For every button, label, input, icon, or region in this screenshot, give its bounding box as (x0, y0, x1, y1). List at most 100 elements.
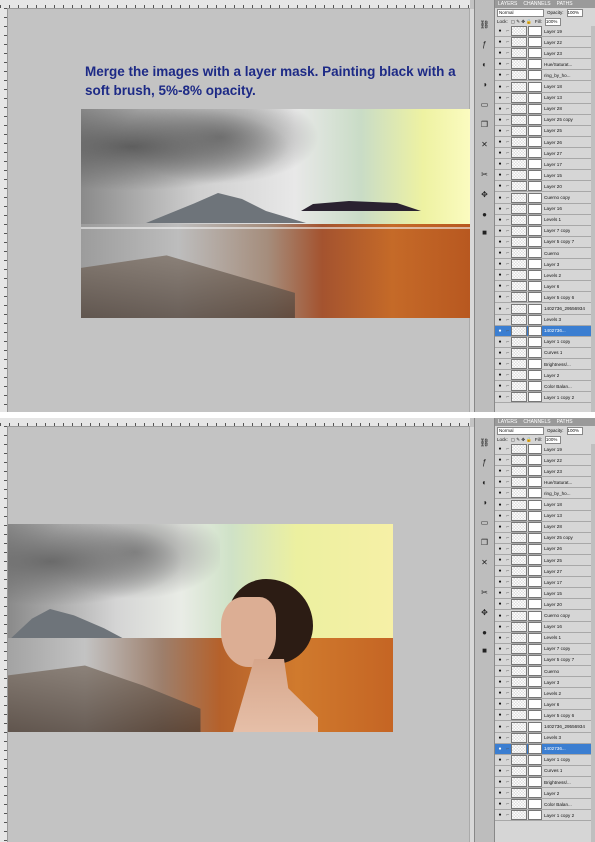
layer-name[interactable]: Color Balan... (544, 384, 572, 389)
layer-thumbnail[interactable] (511, 788, 527, 799)
mask-thumbnail[interactable] (528, 643, 542, 654)
layer-row[interactable]: ● ⌐ Layer 15 (495, 170, 595, 182)
layer-thumbnail[interactable] (511, 314, 527, 325)
mask-thumbnail[interactable] (528, 488, 542, 499)
eye-icon[interactable]: ● (495, 394, 505, 400)
layer-style-icon[interactable]: ƒ (479, 40, 490, 50)
layer-thumbnail[interactable] (511, 248, 527, 258)
layer-thumbnail[interactable] (511, 588, 527, 599)
layer-thumbnail[interactable] (511, 688, 527, 699)
mask-thumbnail[interactable] (528, 292, 542, 303)
mask-thumbnail[interactable] (528, 721, 542, 732)
layer-thumbnail[interactable] (511, 292, 527, 303)
layer-name[interactable]: Layer 26 (544, 140, 562, 145)
layer-name[interactable]: Layer 5 copy 6 (544, 295, 574, 300)
opacity-input[interactable]: 100% (566, 8, 583, 17)
eye-icon[interactable]: ● (495, 106, 505, 112)
layer-thumbnail[interactable] (511, 632, 527, 643)
eye-icon[interactable]: ● (495, 557, 505, 563)
trash-icon[interactable]: ✕ (479, 140, 490, 150)
layer-row[interactable]: ● ⌐ Layer 1 copy 2 (495, 810, 595, 822)
mask-thumbnail[interactable] (528, 259, 542, 270)
layer-row[interactable]: ● ⌐ Layer 25 (495, 555, 595, 566)
eye-icon[interactable]: ● (495, 601, 505, 607)
mask-thumbnail[interactable] (528, 170, 542, 181)
layer-name[interactable]: Layer 6 (544, 702, 559, 707)
layer-name[interactable]: Layer 17 (544, 580, 562, 585)
eye-icon[interactable]: ● (495, 801, 505, 807)
mask-thumbnail[interactable] (528, 632, 542, 643)
mask-thumbnail[interactable] (528, 347, 542, 358)
layer-thumbnail[interactable] (511, 214, 527, 225)
pin-icon[interactable]: ✥ (479, 190, 490, 200)
layer-name[interactable]: Color Balan... (544, 802, 572, 807)
layer-name[interactable]: Hue/Saturat... (544, 62, 572, 67)
layer-row[interactable]: ● ⌐ Layer 13 (495, 92, 595, 104)
eye-icon[interactable]: ● (495, 294, 505, 300)
layer-name[interactable]: Layer 16 (544, 206, 562, 211)
mask-thumbnail[interactable] (528, 499, 542, 510)
eye-icon[interactable]: ● (495, 272, 505, 278)
layer-name[interactable]: Brightness/... (544, 780, 571, 785)
layer-name[interactable]: Curves 1 (544, 350, 562, 355)
layer-row[interactable]: ● ⌐ Layer 6 (495, 699, 595, 711)
mask-thumbnail[interactable] (528, 148, 542, 159)
layer-row[interactable]: ● ⌐ Layer 1 copy 2 (495, 392, 595, 404)
mask-thumbnail[interactable] (528, 281, 542, 292)
link-layers-icon[interactable]: ⛓ (479, 438, 490, 448)
trash-icon[interactable]: ✕ (479, 558, 490, 568)
layer-thumbnail[interactable] (511, 225, 527, 236)
eye-icon[interactable]: ● (495, 361, 505, 367)
layer-row[interactable]: ● ⌐ Layer 7 copy (495, 225, 595, 237)
layer-thumbnail[interactable] (511, 477, 527, 488)
layer-thumbnail[interactable] (511, 259, 527, 270)
eye-icon[interactable]: ● (495, 635, 505, 641)
eye-icon[interactable]: ● (495, 812, 505, 818)
eye-icon[interactable]: ● (495, 701, 505, 707)
eye-icon[interactable]: ● (495, 72, 505, 78)
mask-thumbnail[interactable] (528, 303, 542, 314)
mask-thumbnail[interactable] (528, 444, 542, 454)
layer-row[interactable]: ● ⌐ Layer 17 (495, 159, 595, 171)
layer-thumbnail[interactable] (511, 59, 527, 70)
mask-thumbnail[interactable] (528, 159, 542, 170)
layer-thumbnail[interactable] (511, 777, 527, 787)
layer-row[interactable]: ● ⌐ Layer 23 (495, 48, 595, 60)
mask-thumbnail[interactable] (528, 543, 542, 554)
mask-thumbnail[interactable] (528, 70, 542, 81)
mask-thumbnail[interactable] (528, 359, 542, 369)
eye-icon[interactable]: ● (495, 261, 505, 267)
mask-thumbnail[interactable] (528, 477, 542, 488)
tab-layers[interactable]: LAYERS (495, 418, 520, 426)
layer-row[interactable]: ● ⌐ Layer 16 (495, 621, 595, 633)
layer-row[interactable]: ● ⌐ Levels 1 (495, 214, 595, 226)
layer-name[interactable]: Layer 22 (544, 458, 562, 463)
mask-thumbnail[interactable] (528, 599, 542, 610)
mask-thumbnail[interactable] (528, 125, 542, 136)
layer-thumbnail[interactable] (511, 148, 527, 159)
mask-thumbnail[interactable] (528, 688, 542, 699)
mask-thumbnail[interactable] (528, 654, 542, 665)
layer-row[interactable]: ● ⌐ Layer 25 (495, 125, 595, 137)
layer-name[interactable]: Layer 23 (544, 469, 562, 474)
layer-thumbnail[interactable] (511, 159, 527, 170)
eye-icon[interactable]: ● (495, 535, 505, 541)
layer-name[interactable]: Layer 26 (544, 546, 562, 551)
layer-thumbnail[interactable] (511, 281, 527, 292)
layer-thumbnail[interactable] (511, 455, 527, 466)
link-layers-icon[interactable]: ⛓ (479, 20, 490, 30)
group-icon[interactable]: ▭ (479, 100, 490, 110)
mask-thumbnail[interactable] (528, 270, 542, 281)
layer-name[interactable]: Levels 3 (544, 735, 561, 740)
layer-row[interactable]: ● ⌐ Layer 18 (495, 499, 595, 511)
layer-thumbnail[interactable] (511, 532, 527, 543)
layer-name[interactable]: Layer 18 (544, 84, 562, 89)
layer-row[interactable]: ● ⌐ Brightness/... (495, 777, 595, 788)
layer-row[interactable]: ● ⌐ Layer 20 (495, 599, 595, 611)
eye-icon[interactable]: ● (495, 95, 505, 101)
layer-name[interactable]: Layer 25 copy (544, 535, 573, 540)
layer-thumbnail[interactable] (511, 359, 527, 369)
eye-icon[interactable]: ● (495, 283, 505, 289)
eye-icon[interactable]: ● (495, 128, 505, 134)
eye-icon[interactable]: ● (495, 239, 505, 245)
